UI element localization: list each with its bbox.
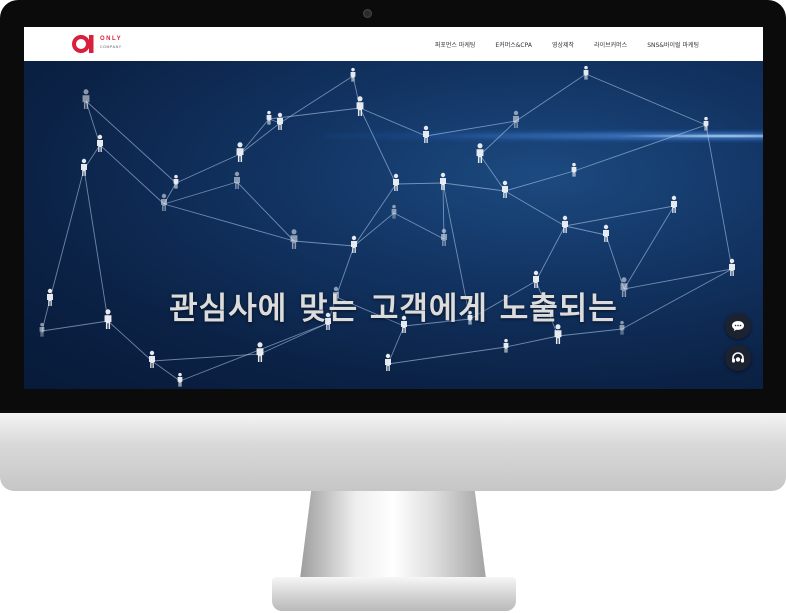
monitor-chin — [0, 413, 786, 491]
person-icon — [503, 338, 509, 353]
person-icon — [234, 171, 240, 189]
network-line — [387, 325, 405, 365]
chat-button[interactable] — [725, 313, 751, 339]
person-icon — [385, 353, 391, 371]
site-header: ONLY COMPANY 퍼포먼스 마케팅 E커머스&CPA 영상제작 라이브커… — [24, 27, 763, 61]
person-icon — [441, 228, 447, 246]
nav-item-performance-marketing[interactable]: 퍼포먼스 마케팅 — [425, 40, 486, 49]
person-icon — [571, 162, 577, 177]
network-line — [585, 73, 707, 126]
network-line — [395, 182, 444, 185]
network-line — [387, 346, 507, 365]
webcam-icon — [363, 9, 372, 18]
person-icon — [476, 143, 484, 164]
monitor-stand-base — [272, 577, 516, 611]
person-icon — [671, 195, 677, 213]
nav-item-live-commerce[interactable]: 라이브커머스 — [584, 40, 637, 49]
person-icon — [393, 173, 399, 191]
network-line — [573, 124, 707, 172]
person-icon — [290, 229, 298, 250]
network-line — [293, 240, 355, 247]
network-line — [175, 153, 241, 184]
logo-subtitle: COMPANY — [100, 45, 122, 49]
person-icon — [603, 224, 609, 242]
network-line — [504, 170, 575, 192]
nav-item-ecommerce-cpa[interactable]: E커머스&CPA — [485, 40, 542, 49]
person-icon — [583, 65, 589, 80]
website-screen: ONLY COMPANY 퍼포먼스 마케팅 E커머스&CPA 영상제작 라이브커… — [24, 27, 763, 389]
network-line — [564, 225, 607, 236]
person-icon — [350, 67, 356, 82]
network-line — [151, 360, 181, 382]
headset-icon — [732, 351, 744, 362]
people-figures — [39, 65, 735, 387]
person-icon — [177, 372, 183, 387]
person-icon — [256, 342, 264, 363]
person-icon — [703, 116, 709, 131]
logo-mark-icon — [72, 35, 94, 53]
network-line — [49, 168, 85, 300]
person-icon — [502, 180, 508, 198]
person-icon — [277, 112, 283, 130]
person-icon — [161, 193, 167, 211]
person-icon — [236, 142, 244, 163]
speech-bubble-icon — [732, 321, 744, 331]
network-line — [705, 124, 733, 270]
network-line — [239, 122, 281, 155]
person-icon — [729, 258, 735, 276]
hero-headline: 관심사에 맞는 고객에게 노출되는 — [169, 291, 618, 327]
logo[interactable]: ONLY COMPANY — [72, 33, 132, 55]
network-line — [564, 205, 675, 227]
network-line — [236, 181, 295, 242]
network-line — [151, 353, 261, 362]
network-line — [163, 203, 295, 242]
network-line — [353, 183, 397, 247]
counsel-button[interactable] — [725, 345, 751, 371]
person-icon — [266, 110, 272, 125]
network-line — [393, 212, 445, 240]
network-line — [442, 182, 506, 192]
person-icon — [391, 204, 397, 219]
nav-item-video-production[interactable]: 영상제작 — [542, 40, 584, 49]
network-line — [605, 234, 625, 290]
network-line — [535, 225, 566, 282]
logo-name: ONLY — [100, 36, 123, 42]
network-line — [505, 335, 559, 348]
person-icon — [97, 134, 103, 152]
person-icon — [82, 89, 90, 110]
network-line — [515, 73, 587, 122]
person-icon — [423, 125, 429, 143]
main-nav: 퍼포먼스 마케팅 E커머스&CPA 영상제작 라이브커머스 SNS&바이럴 마케… — [425, 27, 709, 61]
person-icon — [81, 158, 87, 176]
monitor-stand — [300, 491, 486, 579]
person-icon — [513, 110, 519, 128]
network-graphic — [39, 65, 735, 387]
network-line — [268, 107, 361, 120]
nav-item-sns-viral-marketing[interactable]: SNS&바이럴 마케팅 — [637, 40, 709, 49]
network-line — [239, 118, 270, 155]
network-line — [504, 190, 566, 227]
network-line — [479, 154, 506, 192]
network-line — [179, 322, 329, 382]
network-line — [353, 212, 395, 247]
person-icon — [351, 235, 357, 253]
person-icon — [149, 350, 155, 368]
network-line — [557, 328, 623, 337]
network-line — [623, 205, 675, 290]
network-line — [359, 107, 427, 137]
hero-banner: 관심사에 맞는 고객에게 노출되는 — [24, 61, 763, 389]
network-line — [99, 144, 165, 205]
network-line — [359, 107, 397, 185]
network-lines — [41, 73, 733, 382]
